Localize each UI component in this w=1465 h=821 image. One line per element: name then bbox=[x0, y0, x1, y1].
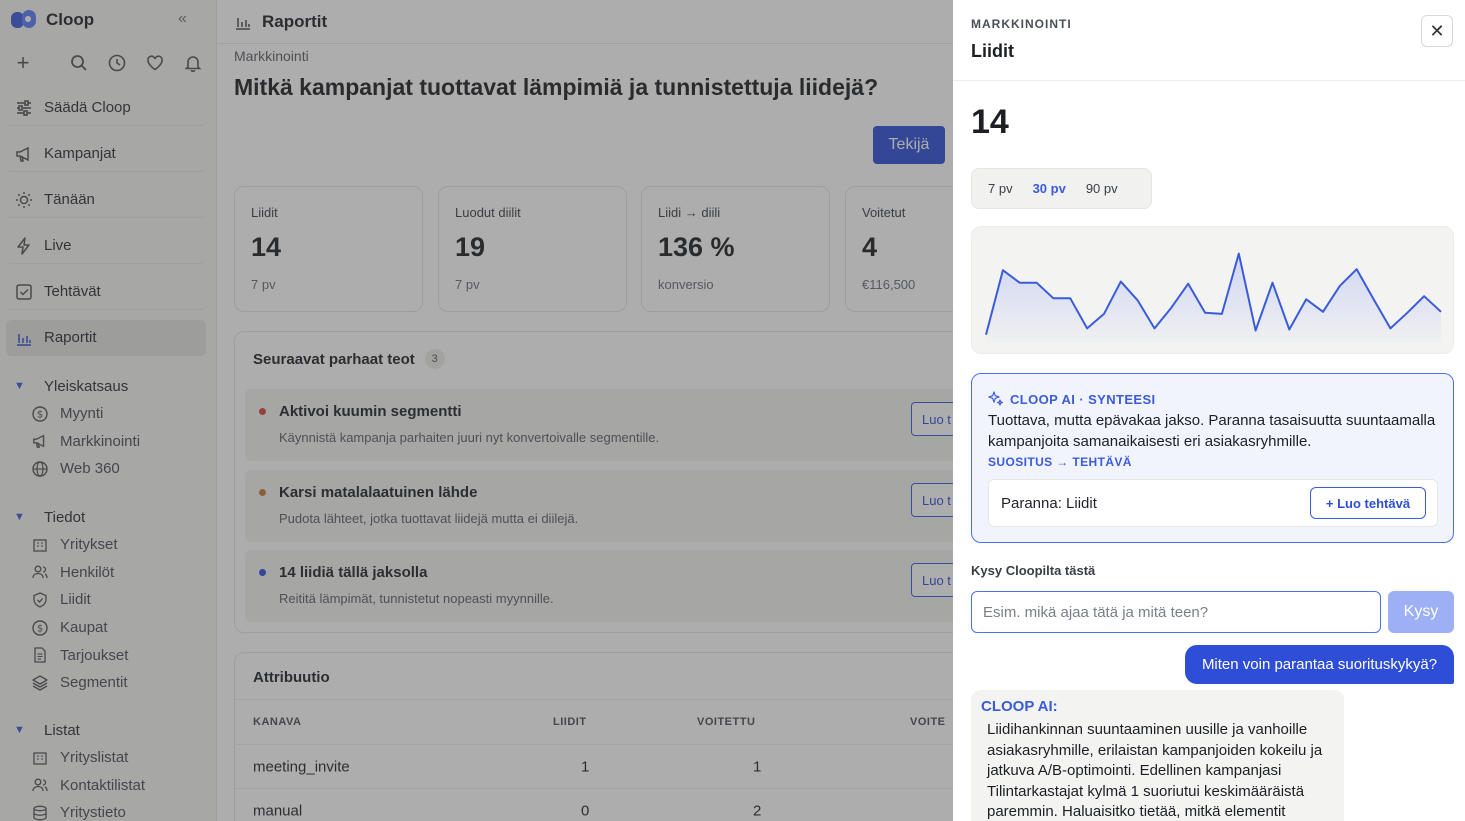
ai-message-body: Liidihankinnan suuntaaminen uusille ja v… bbox=[987, 721, 1323, 821]
metric-drawer: MARKKINOINTI Liidit ✕ 14 7 pv 30 pv 90 p… bbox=[953, 0, 1465, 821]
sparkline-chart bbox=[971, 226, 1454, 354]
recommendation-label: SUOSITUS → TEHTÄVÄ bbox=[988, 455, 1132, 469]
range-selector: 7 pv 30 pv 90 pv bbox=[971, 168, 1152, 209]
drawer-eyebrow: MARKKINOINTI bbox=[971, 17, 1072, 31]
user-message: Miten voin parantaa suorituskykyä? bbox=[1185, 645, 1454, 684]
drawer-title: Liidit bbox=[971, 41, 1014, 61]
ai-card-text: Tuottava, mutta epävakaa jakso. Paranna … bbox=[988, 412, 1436, 450]
ai-card-header: CLOOP AI · SYNTEESI bbox=[988, 391, 1156, 407]
close-icon[interactable]: ✕ bbox=[1421, 15, 1453, 47]
ai-synthesis-card: CLOOP AI · SYNTEESI Tuottava, mutta epäv… bbox=[971, 373, 1454, 543]
ai-card-title: CLOOP AI · SYNTEESI bbox=[1010, 391, 1156, 407]
task-label: Paranna: Liidit bbox=[1001, 495, 1097, 512]
ask-input[interactable] bbox=[971, 591, 1381, 633]
ask-button[interactable]: Kysy bbox=[1388, 591, 1454, 633]
divider bbox=[953, 80, 1465, 81]
range-option-7[interactable]: 7 pv bbox=[978, 177, 1023, 200]
range-option-90[interactable]: 90 pv bbox=[1076, 177, 1128, 200]
ask-label: Kysy Cloopilta tästä bbox=[971, 563, 1096, 578]
sparkline-svg bbox=[985, 252, 1442, 343]
modal-backdrop[interactable] bbox=[0, 0, 953, 821]
metric-value: 14 bbox=[971, 103, 1009, 141]
suggested-task: Paranna: Liidit + Luo tehtävä bbox=[988, 479, 1438, 527]
create-task-button[interactable]: + Luo tehtävä bbox=[1310, 487, 1426, 519]
range-option-30[interactable]: 30 pv bbox=[1023, 177, 1076, 200]
ai-message-sender: CLOOP AI: bbox=[981, 698, 1058, 715]
ai-message: CLOOP AI: Liidihankinnan suuntaaminen uu… bbox=[971, 690, 1344, 821]
sparkle-icon bbox=[988, 391, 1004, 406]
